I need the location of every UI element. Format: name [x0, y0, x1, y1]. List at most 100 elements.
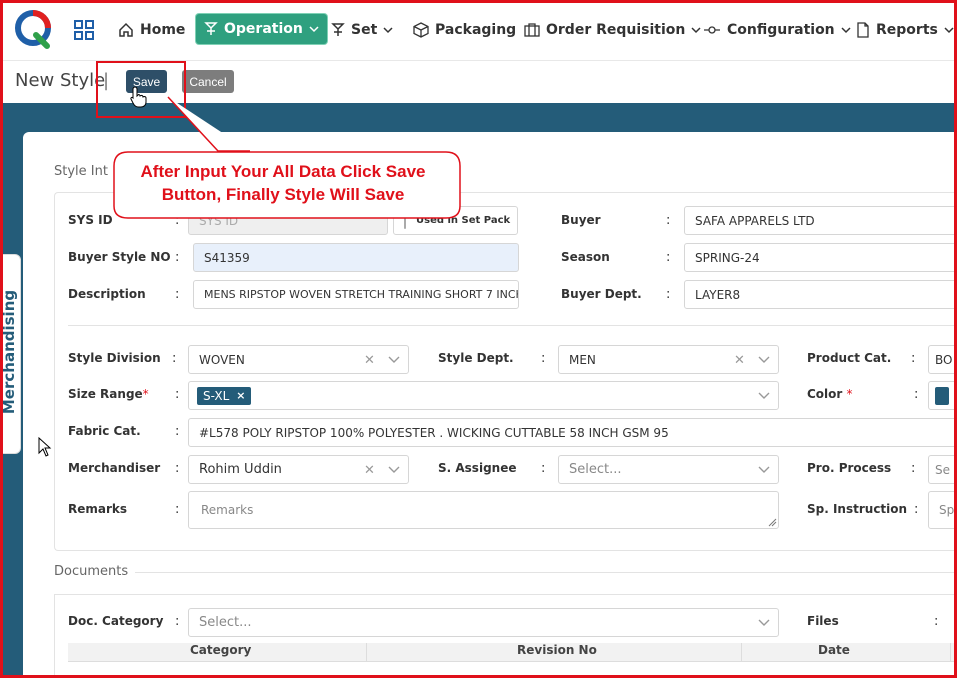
column-separator [366, 643, 367, 661]
merchandising-side-tab[interactable]: Merchandising [0, 254, 21, 454]
resize-handle-icon[interactable] [768, 518, 777, 527]
colon: : [175, 250, 180, 265]
callout-pointer [167, 96, 250, 152]
nav-order-requisition[interactable]: Order Requisition [524, 17, 701, 43]
chevron-down-icon[interactable] [388, 355, 400, 365]
product-cat-label: Product Cat. [807, 351, 892, 365]
buyer-dept-select[interactable]: LAYER8 [684, 280, 957, 309]
style-dept-select[interactable]: MEN ✕ [558, 345, 779, 374]
doc-category-label: Doc. Category [68, 614, 164, 628]
nav-configuration[interactable]: Configuration [703, 17, 851, 43]
clear-icon[interactable]: ✕ [734, 353, 745, 368]
chevron-down-icon[interactable] [758, 355, 770, 365]
fabric-cat-input[interactable]: #L578 POLY RIPSTOP 100% POLYESTER . WICK… [188, 418, 957, 447]
nav-operation[interactable]: Operation [196, 14, 327, 44]
mouse-pointer-icon [38, 437, 52, 457]
description-value: MENS RIPSTOP WOVEN STRETCH TRAINING SHOR… [204, 288, 519, 301]
sp-instruction-textarea[interactable]: Sp [928, 491, 957, 529]
style-info-section-label: Style Int [54, 164, 108, 179]
buyer-style-no-label: Buyer Style NO [68, 250, 171, 264]
colon: : [175, 502, 180, 517]
pro-process-select[interactable]: Se [928, 455, 957, 484]
colon: : [911, 461, 916, 476]
s-assignee-placeholder: Select... [569, 462, 622, 477]
required-marker: * [846, 387, 853, 401]
description-input[interactable]: MENS RIPSTOP WOVEN STRETCH TRAINING SHOR… [193, 280, 519, 309]
color-multiselect[interactable] [928, 381, 957, 410]
documents-section-label: Documents [54, 564, 129, 579]
colon: : [175, 287, 180, 302]
doc-category-placeholder: Select... [199, 615, 252, 630]
s-assignee-select[interactable]: Select... [558, 455, 779, 484]
colon: : [666, 250, 671, 265]
colon: : [541, 461, 546, 476]
sp-instruction-label: Sp. Instruction [807, 502, 908, 516]
nav-operation-label: Operation [224, 21, 303, 37]
fabric-cat-label: Fabric Cat. [68, 424, 141, 438]
nav-packaging-label: Packaging [435, 22, 517, 38]
sp-instruction-placeholder: Sp [939, 503, 955, 517]
nav-packaging[interactable]: Packaging [413, 17, 516, 43]
documents-section-line [135, 572, 957, 573]
colon: : [911, 351, 916, 366]
fabric-cat-value: #L578 POLY RIPSTOP 100% POLYESTER . WICK… [199, 425, 669, 440]
chevron-down-icon[interactable] [758, 391, 770, 401]
merchandiser-label: Merchandiser [68, 461, 161, 475]
remove-tag-icon[interactable]: × [236, 389, 245, 402]
buyer-select[interactable]: SAFA APPARELS LTD [684, 206, 957, 235]
app-logo[interactable] [14, 9, 52, 49]
chevron-down-icon[interactable] [388, 465, 400, 475]
nav-reports[interactable]: Reports [856, 17, 954, 43]
doc-category-select[interactable]: Select... [188, 608, 779, 637]
nav-set[interactable]: Set [331, 17, 393, 43]
column-header[interactable]: Revision No [517, 643, 597, 657]
colon: : [914, 387, 919, 402]
style-division-select[interactable]: WOVEN ✕ [188, 345, 409, 374]
nav-set-label: Set [351, 22, 378, 38]
remarks-label: Remarks [68, 502, 128, 516]
nav-configuration-label: Configuration [727, 22, 835, 38]
buyer-style-no-value: S41359 [204, 250, 250, 265]
buyer-style-no-input[interactable]: S41359 [193, 243, 519, 272]
product-cat-select[interactable]: BO [928, 345, 957, 374]
color-label-text: Color [807, 387, 843, 401]
hand-cursor-icon [130, 86, 147, 108]
section-divider [68, 325, 957, 326]
buyer-dept-value: LAYER8 [695, 287, 741, 302]
set-icon [331, 23, 345, 36]
size-range-label-text: Size Range [68, 387, 143, 401]
season-select[interactable]: SPRING-24 [684, 243, 957, 272]
home-icon [119, 22, 133, 37]
nav-home-label: Home [140, 22, 186, 38]
size-range-tag[interactable]: S-XL × [197, 386, 252, 405]
color-tag[interactable] [935, 386, 949, 405]
buyer-dept-label: Buyer Dept. [561, 287, 642, 301]
buyer-value: SAFA APPARELS LTD [695, 213, 815, 228]
nav-home[interactable]: Home [118, 17, 185, 43]
column-header[interactable]: Category [190, 643, 251, 657]
size-range-tag-label: S-XL [203, 388, 230, 403]
cancel-button[interactable]: Cancel [182, 70, 234, 93]
size-range-label: Size Range* [68, 387, 149, 401]
document-icon [857, 22, 869, 38]
column-separator [741, 643, 742, 661]
chevron-down-icon[interactable] [758, 465, 770, 475]
apps-grid-icon[interactable] [74, 20, 94, 40]
colon: : [666, 213, 671, 228]
merchandiser-select[interactable]: Rohim Uddin ✕ [188, 455, 409, 484]
briefcase-icon [524, 23, 540, 37]
colon: : [934, 614, 939, 629]
buyer-label: Buyer [561, 213, 601, 227]
colon: : [666, 287, 671, 302]
s-assignee-label: S. Assignee [438, 461, 517, 475]
color-label: Color * [807, 387, 853, 401]
column-header[interactable]: Date [818, 643, 850, 657]
chevron-down-icon[interactable] [758, 618, 770, 628]
top-navbar: Home Operation Set Packaging Order Requi… [0, 0, 957, 61]
clear-icon[interactable]: ✕ [364, 463, 375, 478]
remarks-textarea[interactable]: Remarks [188, 491, 779, 529]
clear-icon[interactable]: ✕ [364, 353, 375, 368]
size-range-multiselect[interactable]: S-XL × [188, 381, 779, 410]
config-icon [704, 26, 720, 34]
required-marker: * [142, 387, 149, 401]
